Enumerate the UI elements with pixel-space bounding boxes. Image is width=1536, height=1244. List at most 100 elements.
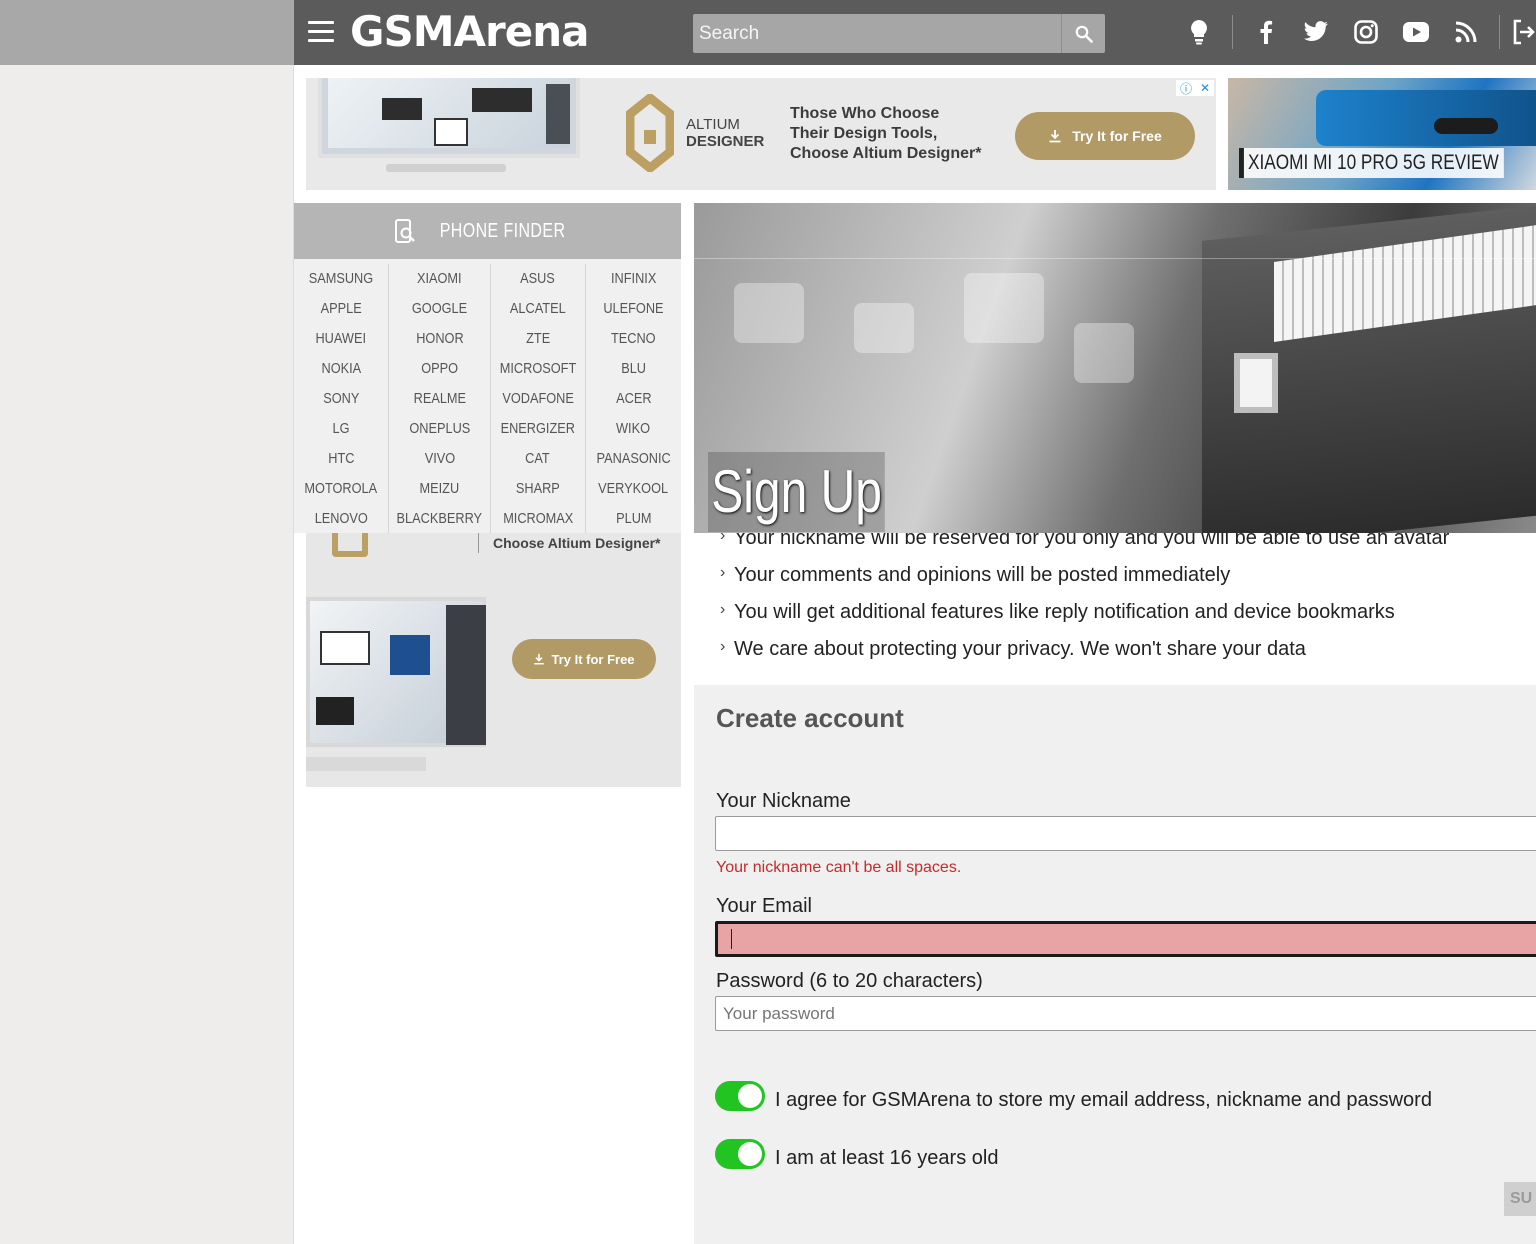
- brand-link[interactable]: HUAWEI: [294, 324, 390, 354]
- brand-link[interactable]: LENOVO: [294, 504, 390, 534]
- benefit-text: Your comments and opinions will be poste…: [734, 564, 1231, 586]
- brand-link[interactable]: ULEFONE: [586, 294, 681, 324]
- brand-link[interactable]: NOKIA: [294, 354, 390, 384]
- brand-link[interactable]: VIVO: [389, 444, 491, 474]
- brand-link[interactable]: VERYKOOL: [586, 474, 681, 504]
- brand-link[interactable]: VODAFONE: [491, 384, 586, 414]
- brand-link[interactable]: XIAOMI: [389, 264, 491, 294]
- brand-label: MEIZU: [419, 480, 460, 497]
- brand-link[interactable]: MEIZU: [389, 474, 491, 504]
- brand-link[interactable]: APPLE: [294, 294, 390, 324]
- benefit-item: › Your nickname will be reserved for you …: [720, 533, 1449, 550]
- benefit-item: › You will get additional features like r…: [720, 601, 1395, 624]
- search-button[interactable]: [1061, 14, 1105, 53]
- brand-label: NOKIA: [321, 360, 361, 377]
- brand-label: HONOR: [415, 330, 464, 347]
- brand-link[interactable]: WIKO: [586, 414, 681, 444]
- brand-label: VODAFONE: [502, 390, 574, 407]
- featured-review[interactable]: XIAOMI MI 10 PRO 5G REVIEW: [1228, 78, 1536, 190]
- brand-label: VERYKOOL: [598, 480, 669, 497]
- brand-link[interactable]: HONOR: [389, 324, 491, 354]
- facebook-icon[interactable]: [1241, 14, 1291, 50]
- brand-link[interactable]: BLU: [586, 354, 681, 384]
- brand-link[interactable]: ALCATEL: [491, 294, 586, 324]
- brand-link[interactable]: OPPO: [389, 354, 491, 384]
- rss-icon[interactable]: [1441, 14, 1491, 50]
- brand-link[interactable]: INFINIX: [586, 264, 681, 294]
- youtube-icon[interactable]: [1391, 14, 1441, 50]
- side-ad-try-free-button[interactable]: Try It for Free: [512, 639, 656, 679]
- brand-link[interactable]: ONEPLUS: [389, 414, 491, 444]
- brand-link[interactable]: LG: [294, 414, 390, 444]
- brand-link[interactable]: CAT: [491, 444, 586, 474]
- brand-link[interactable]: ASUS: [491, 264, 586, 294]
- age-confirm-toggle[interactable]: [715, 1139, 765, 1169]
- brand-link[interactable]: TECNO: [586, 324, 681, 354]
- ad-close-icon[interactable]: ✕: [1200, 81, 1210, 95]
- instagram-icon[interactable]: [1341, 14, 1391, 50]
- search-input[interactable]: [693, 14, 1060, 53]
- ad-try-free-button[interactable]: Try It for Free: [1015, 112, 1195, 160]
- ad-copy: Those Who Choose Their Design Tools, Cho…: [790, 104, 981, 164]
- brand-link[interactable]: GOOGLE: [389, 294, 491, 324]
- chevron-right-icon: ›: [720, 533, 726, 544]
- site-logo[interactable]: GSMArena: [350, 6, 589, 58]
- form-title: Create account: [716, 703, 904, 733]
- email-input[interactable]: [715, 921, 1536, 957]
- featured-phone-image: [1316, 90, 1536, 146]
- header-icons: [1174, 14, 1536, 50]
- phone-finder-header[interactable]: PHONE FINDER: [294, 203, 681, 259]
- lightbulb-icon[interactable]: [1174, 14, 1224, 50]
- brand-link[interactable]: MICROSOFT: [491, 354, 586, 384]
- brand-link[interactable]: MICROMAX: [491, 504, 586, 534]
- brand-label: SONY: [322, 390, 360, 407]
- brand-link[interactable]: REALME: [389, 384, 491, 414]
- side-ad-banner[interactable]: Choose Altium Designer* Try It for Free: [306, 533, 681, 787]
- twitter-icon[interactable]: [1291, 14, 1341, 50]
- ad-copy-line2: Their Design Tools,: [790, 125, 938, 142]
- benefit-item: › We care about protecting your privacy. …: [720, 638, 1306, 661]
- brand-link[interactable]: ENERGIZER: [491, 414, 586, 444]
- brand-label: ZTE: [525, 330, 550, 347]
- brand-link[interactable]: PLUM: [586, 504, 681, 534]
- ad-monitor-image: [318, 78, 580, 158]
- left-gutter: [0, 65, 294, 1244]
- brand-label: GOOGLE: [411, 300, 468, 317]
- chevron-right-icon: ›: [720, 564, 726, 581]
- brand-link[interactable]: MOTOROLA: [294, 474, 390, 504]
- menu-icon[interactable]: [308, 21, 334, 43]
- login-icon[interactable]: [1508, 14, 1536, 50]
- password-input[interactable]: [715, 996, 1536, 1031]
- ad-choices[interactable]: ⓘ ✕: [1176, 80, 1214, 96]
- brand-label: APPLE: [320, 300, 362, 317]
- brand-link[interactable]: SONY: [294, 384, 390, 414]
- brand-link[interactable]: PANASONIC: [586, 444, 681, 474]
- altium-brand-name: ALTIUM DESIGNER: [686, 116, 764, 150]
- chevron-right-icon: ›: [720, 638, 726, 655]
- ad-monitor-stand: [386, 164, 506, 172]
- text-caret: [731, 929, 732, 949]
- page-title: Sign Up: [708, 452, 886, 532]
- brand-label: MICROMAX: [502, 510, 573, 527]
- brand-link[interactable]: HTC: [294, 444, 390, 474]
- brand-link[interactable]: ZTE: [491, 324, 586, 354]
- ad-info-icon[interactable]: ⓘ: [1180, 80, 1192, 97]
- brand-link[interactable]: SHARP: [491, 474, 586, 504]
- submit-button[interactable]: SU: [1504, 1182, 1536, 1216]
- altium-brand-line1: ALTIUM: [686, 116, 740, 133]
- brand-link[interactable]: BLACKBERRY: [389, 504, 491, 534]
- signup-hero: Sign Up: [694, 203, 1536, 533]
- brand-label: ALCATEL: [509, 300, 566, 317]
- nickname-input[interactable]: [715, 816, 1536, 851]
- header-divider: [1499, 15, 1500, 49]
- top-ad-banner[interactable]: ALTIUM DESIGNER Those Who Choose Their D…: [306, 78, 1216, 190]
- brand-link[interactable]: ACER: [586, 384, 681, 414]
- nickname-error: Your nickname can't be all spaces.: [716, 859, 962, 876]
- age-confirm-label: I am at least 16 years old: [775, 1147, 999, 1169]
- brand-label: ACER: [615, 390, 652, 407]
- brand-label: BLU: [621, 360, 646, 377]
- brand-link[interactable]: SAMSUNG: [294, 264, 390, 294]
- agree-store-toggle[interactable]: [715, 1081, 765, 1111]
- brand-grid: SAMSUNG XIAOMI ASUS INFINIX APPLE GOOGLE ALCAT…: [294, 259, 681, 534]
- header-divider: [1232, 15, 1233, 49]
